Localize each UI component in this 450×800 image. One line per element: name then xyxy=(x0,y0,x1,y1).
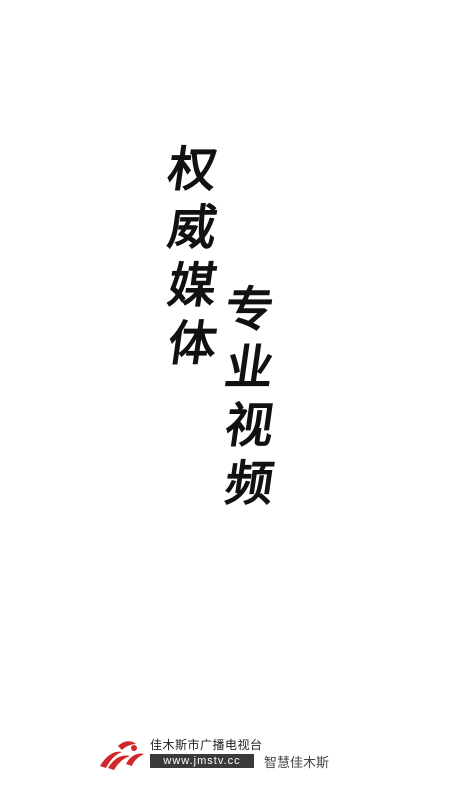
website-url: www.jmstv.cc xyxy=(150,754,254,768)
footer-slogan: 智慧佳木斯 xyxy=(264,755,330,770)
calligraphy-char: 专 xyxy=(221,282,278,338)
footer-branding: 佳木斯市广播电视台 www.jmstv.cc 智慧佳木斯 xyxy=(96,736,356,772)
calligraphy-char: 权 xyxy=(164,142,221,198)
station-name: 佳木斯市广播电视台 xyxy=(150,738,263,752)
calligraphy-char: 媒 xyxy=(164,258,221,314)
calligraphy-char: 频 xyxy=(221,456,278,512)
slogan-column-authoritative-media: 权 威 媒 体 xyxy=(164,142,220,378)
calligraphy-char: 视 xyxy=(221,398,278,454)
calligraphy-char: 威 xyxy=(164,200,221,256)
slogan-column-professional-video: 专 业 视 频 xyxy=(221,282,277,518)
jms-tv-logo-icon xyxy=(100,741,144,770)
calligraphy-char: 业 xyxy=(221,340,278,396)
calligraphy-char: 体 xyxy=(164,316,221,372)
